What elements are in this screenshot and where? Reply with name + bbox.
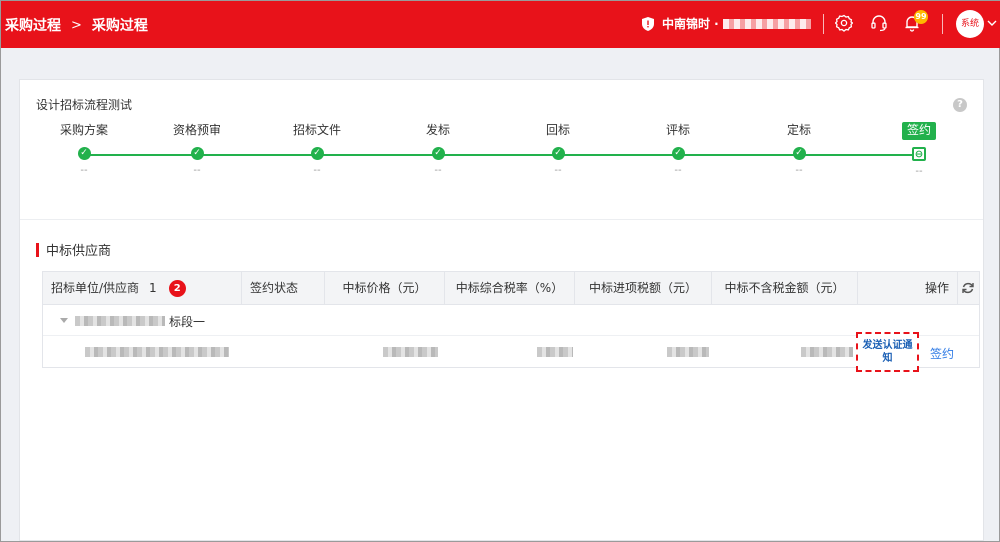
user-avatar[interactable]: 系统 [956, 10, 984, 38]
section-accent-bar [36, 242, 39, 257]
step-date: -- [915, 166, 923, 177]
check-icon: ✓ [431, 147, 445, 160]
step-issue-tender[interactable]: 发标 ✓ -- [388, 122, 488, 176]
redacted-award-price [383, 347, 438, 357]
notification-badge: 99 [914, 10, 928, 24]
step-label: 定标 [786, 123, 811, 137]
send-certification-notice-button[interactable]: 发送认证通知 [856, 332, 919, 372]
breadcrumb-root[interactable]: 采购过程 [5, 15, 61, 35]
step-date: -- [554, 165, 562, 176]
step-date: -- [795, 165, 803, 176]
step-label: 采购方案 [59, 123, 108, 137]
caret-down-icon[interactable] [60, 318, 68, 323]
step-evaluation[interactable]: 评标 ✓ -- [628, 122, 728, 176]
step-contract[interactable]: 签约 -- [869, 122, 969, 177]
refresh-icon[interactable] [961, 281, 975, 295]
app-window: 采购过程 > 采购过程 中南锦时 · 99 系统 设计招标流程测试 ? 采购方案… [0, 0, 1000, 542]
supplier-table: 招标单位/供应商 1 2 签约状态 中标价格（元） 中标综合税率（%） 中标进项税额… [42, 271, 980, 372]
redacted-tax-rate [537, 347, 573, 357]
check-icon: ✓ [310, 147, 324, 160]
redacted-input-tax [667, 347, 709, 357]
redacted-unit-name [75, 316, 165, 326]
header-divider [942, 14, 943, 34]
gear-icon[interactable] [835, 14, 853, 32]
col-input-tax: 中标进项税额（元） [575, 272, 712, 304]
section-title: 中标供应商 [46, 244, 112, 259]
step-prequalification[interactable]: 资格预审 ✓ -- [147, 122, 247, 176]
step-bid-return[interactable]: 回标 ✓ -- [508, 122, 608, 176]
sign-contract-link[interactable]: 签约 [930, 345, 954, 362]
table-row: 发送认证通知 签约 [43, 332, 979, 372]
help-icon[interactable]: ? [953, 98, 967, 112]
group-label: 标段一 [169, 315, 206, 329]
annotation-marker: 2 [168, 280, 186, 297]
section-divider [20, 219, 983, 220]
step-procurement-plan[interactable]: 采购方案 ✓ -- [34, 122, 134, 176]
check-icon: ✓ [551, 147, 565, 160]
breadcrumb-current: 采购过程 [91, 18, 148, 34]
step-tender-docs[interactable]: 招标文件 ✓ -- [267, 122, 367, 176]
supplier-count: 1 [149, 281, 157, 295]
check-icon: ✓ [77, 147, 91, 160]
col-actions: 操作 [858, 272, 958, 304]
table-header: 招标单位/供应商 1 2 签约状态 中标价格（元） 中标综合税率（%） 中标进项税额… [43, 272, 979, 305]
redacted-supplier-name [85, 347, 229, 357]
col-award-price: 中标价格（元） [325, 272, 445, 304]
check-icon: ✓ [671, 147, 685, 160]
step-label: 发标 [425, 123, 450, 137]
col-unit-supplier: 招标单位/供应商 1 2 [43, 272, 242, 304]
step-date: -- [434, 165, 442, 176]
col-sign-status: 签约状态 [242, 272, 325, 304]
table-row-group[interactable]: 标段一 [43, 305, 979, 336]
col-label: 招标单位/供应商 [51, 281, 140, 295]
step-date: -- [674, 165, 682, 176]
step-label: 资格预审 [172, 123, 221, 137]
company-switcher[interactable]: 中南锦时 · [642, 15, 811, 32]
process-card: 设计招标流程测试 ? 采购方案 ✓ -- 资格预审 ✓ -- 招标文件 ✓ --… [19, 79, 984, 541]
section-header: 中标供应商 [36, 240, 111, 259]
top-header: 采购过程 > 采购过程 中南锦时 · 99 系统 [1, 1, 1000, 48]
redacted-account-name [722, 18, 811, 29]
step-date: -- [193, 165, 201, 176]
col-net-amount: 中标不含税金额（元） [712, 272, 858, 304]
step-date: -- [313, 165, 321, 176]
check-icon: ✓ [792, 147, 806, 160]
redacted-net-amount [801, 347, 853, 357]
current-step-icon [912, 147, 926, 161]
headset-icon[interactable] [870, 14, 888, 32]
breadcrumb: 采购过程 > 采购过程 [5, 15, 148, 35]
check-icon: ✓ [190, 147, 204, 160]
header-divider [823, 14, 824, 34]
shield-icon [642, 16, 654, 31]
process-title: 设计招标流程测试 [36, 98, 133, 112]
chevron-down-icon[interactable] [987, 19, 997, 27]
step-label: 回标 [545, 123, 570, 137]
breadcrumb-separator: > [71, 17, 82, 33]
col-tax-rate: 中标综合税率（%） [445, 272, 575, 304]
step-date: -- [80, 165, 88, 176]
step-label: 招标文件 [292, 123, 341, 137]
step-label-active: 签约 [901, 122, 936, 140]
step-award[interactable]: 定标 ✓ -- [749, 122, 849, 176]
company-name: 中南锦时 · [662, 17, 719, 31]
step-label: 评标 [665, 123, 690, 137]
